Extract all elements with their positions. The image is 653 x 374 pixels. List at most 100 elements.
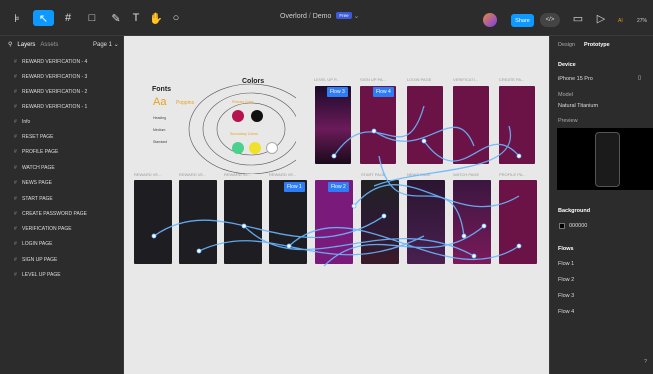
layer-label: REWARD VERIFICATION - 1 bbox=[22, 104, 88, 110]
layer-label: LOGIN PAGE bbox=[22, 241, 53, 247]
preview-label: Preview bbox=[558, 118, 578, 124]
flow-tag[interactable]: Flow 3 bbox=[327, 87, 348, 97]
zoom-level[interactable]: 27% bbox=[637, 18, 647, 24]
share-button[interactable]: Share bbox=[511, 14, 534, 27]
frame-icon: # bbox=[14, 196, 17, 202]
frame-tool-icon[interactable]: # bbox=[60, 10, 76, 26]
frame-icon: # bbox=[14, 226, 17, 232]
properties-panel: Design Prototype Device iPhone 15 Pro ▯ … bbox=[549, 36, 653, 374]
background-swatch[interactable] bbox=[559, 223, 565, 229]
flows-section-title: Flows bbox=[558, 246, 574, 252]
layers-tabs: ⚲ Layers Assets bbox=[8, 41, 63, 48]
shape-tool-icon[interactable]: □ bbox=[84, 10, 100, 26]
device-select[interactable]: iPhone 15 Pro bbox=[558, 76, 593, 82]
flow-tag[interactable]: Flow 1 bbox=[284, 182, 305, 192]
frame-icon: # bbox=[14, 272, 17, 278]
frame-icon: # bbox=[14, 257, 17, 263]
file-title[interactable]: Overlord / Demo Free ⌄ bbox=[280, 12, 359, 20]
layer-item[interactable]: # RESET PAGE bbox=[14, 134, 54, 140]
layer-item[interactable]: # VERIFICATION PAGE bbox=[14, 226, 72, 232]
flow-tag[interactable]: Flow 2 bbox=[328, 182, 349, 192]
flow-label: Flow 3 bbox=[330, 89, 345, 95]
layer-item[interactable]: # REWARD VERIFICATION - 3 bbox=[14, 74, 87, 80]
page-selector[interactable]: Page 1 ⌄ bbox=[93, 41, 119, 48]
background-section-title: Background bbox=[558, 208, 591, 214]
flow-label: Flow 4 bbox=[376, 89, 391, 95]
layer-item[interactable]: # Info bbox=[14, 119, 30, 125]
design-canvas[interactable]: Fonts Colors Aa Poppins Heading Medium S… bbox=[124, 36, 549, 374]
frame-icon: # bbox=[14, 89, 17, 95]
frame-icon: # bbox=[14, 134, 17, 140]
layer-item[interactable]: # REWARD VERIFICATION - 2 bbox=[14, 89, 87, 95]
frame-icon: # bbox=[14, 149, 17, 155]
frame-icon: # bbox=[14, 165, 17, 171]
move-tool-icon[interactable]: ↖ bbox=[33, 10, 54, 26]
chevron-down-icon[interactable]: ⌄ bbox=[354, 13, 360, 20]
layer-item[interactable]: # LOGIN PAGE bbox=[14, 241, 52, 247]
layer-item[interactable]: # NEWS PAGE bbox=[14, 180, 52, 186]
layer-label: VERIFICATION PAGE bbox=[22, 226, 72, 232]
layer-label: NEWS PAGE bbox=[22, 180, 52, 186]
layer-label: REWARD VERIFICATION - 2 bbox=[22, 89, 88, 95]
frame-icon: # bbox=[14, 104, 17, 110]
layer-item[interactable]: # SIGN UP PAGE bbox=[14, 257, 57, 263]
frame-icon: # bbox=[14, 211, 17, 217]
layer-label: LEVEL UP PAGE bbox=[22, 272, 61, 278]
tab-prototype[interactable]: Prototype bbox=[584, 42, 610, 48]
ai-button[interactable]: AI bbox=[618, 18, 623, 24]
frame-icon: # bbox=[14, 119, 17, 125]
layer-label: WATCH PAGE bbox=[22, 165, 55, 171]
model-select[interactable]: Natural Titanium bbox=[558, 103, 598, 109]
flow-tag[interactable]: Flow 4 bbox=[373, 87, 394, 97]
avatar[interactable] bbox=[483, 13, 497, 27]
pen-tool-icon[interactable]: ✎ bbox=[108, 10, 124, 26]
layer-label: PROFILE PAGE bbox=[22, 149, 59, 155]
tab-design[interactable]: Design bbox=[558, 42, 575, 48]
layer-item[interactable]: # CREATE PASSWORD PAGE bbox=[14, 211, 87, 217]
flow-list-item[interactable]: Flow 4 bbox=[558, 309, 574, 315]
flow-list-item[interactable]: Flow 1 bbox=[558, 261, 574, 267]
flow-label: Flow 1 bbox=[287, 184, 302, 190]
draft-badge: Free bbox=[336, 12, 352, 19]
layer-label: REWARD VERIFICATION - 3 bbox=[22, 74, 88, 80]
figma-app: ⊧ ↖ # □ ✎ T ✋ ○ Overlord / Demo Free ⌄ S… bbox=[0, 0, 653, 374]
background-hex[interactable]: 000000 bbox=[569, 223, 587, 229]
tab-layers[interactable]: Layers bbox=[17, 42, 35, 48]
tab-assets[interactable]: Assets bbox=[40, 42, 58, 48]
layer-label: SIGN UP PAGE bbox=[22, 257, 58, 263]
main-menu-icon[interactable]: ⊧ bbox=[10, 10, 24, 26]
layers-panel: ⚲ Layers Assets Page 1 ⌄ # REWARD VERIFICAT… bbox=[0, 36, 124, 374]
layer-item[interactable]: # REWARD VERIFICATION - 4 bbox=[14, 59, 87, 65]
text-tool-icon[interactable]: T bbox=[130, 10, 142, 26]
file-name: Overlord bbox=[280, 13, 307, 20]
frame-icon: # bbox=[14, 59, 17, 65]
comment-tool-icon[interactable]: ○ bbox=[170, 10, 182, 26]
layer-item[interactable]: # WATCH PAGE bbox=[14, 165, 55, 171]
frame-icon: # bbox=[14, 241, 17, 247]
frame-icon: # bbox=[14, 74, 17, 80]
phone-icon bbox=[595, 132, 620, 187]
help-icon[interactable]: ? bbox=[644, 359, 647, 365]
present-icon[interactable]: ▭ bbox=[573, 10, 583, 26]
flow-label: Flow 2 bbox=[331, 184, 346, 190]
layer-item[interactable]: # REWARD VERIFICATION - 1 bbox=[14, 104, 87, 110]
flow-list-item[interactable]: Flow 2 bbox=[558, 277, 574, 283]
model-label: Model bbox=[558, 92, 573, 98]
layer-label: CREATE PASSWORD PAGE bbox=[22, 211, 88, 217]
play-icon[interactable]: ▷ bbox=[595, 10, 607, 26]
search-icon[interactable]: ⚲ bbox=[8, 42, 12, 48]
flow-list-item[interactable]: Flow 3 bbox=[558, 293, 574, 299]
top-toolbar: ⊧ ↖ # □ ✎ T ✋ ○ Overlord / Demo Free ⌄ S… bbox=[0, 0, 653, 36]
layer-label: RESET PAGE bbox=[22, 134, 54, 140]
layer-item[interactable]: # START PAGE bbox=[14, 196, 53, 202]
layer-label: START PAGE bbox=[22, 196, 53, 202]
layer-item[interactable]: # LEVEL UP PAGE bbox=[14, 272, 61, 278]
project-name: Demo bbox=[312, 13, 332, 20]
layer-label: Info bbox=[22, 119, 31, 125]
dev-mode-toggle[interactable]: </> bbox=[540, 13, 560, 27]
hand-tool-icon[interactable]: ✋ bbox=[149, 10, 163, 26]
page-name: Page 1 bbox=[93, 42, 113, 48]
device-section-title: Device bbox=[558, 62, 576, 68]
layer-item[interactable]: # PROFILE PAGE bbox=[14, 149, 58, 155]
orientation-icon[interactable]: ▯ bbox=[638, 75, 641, 81]
